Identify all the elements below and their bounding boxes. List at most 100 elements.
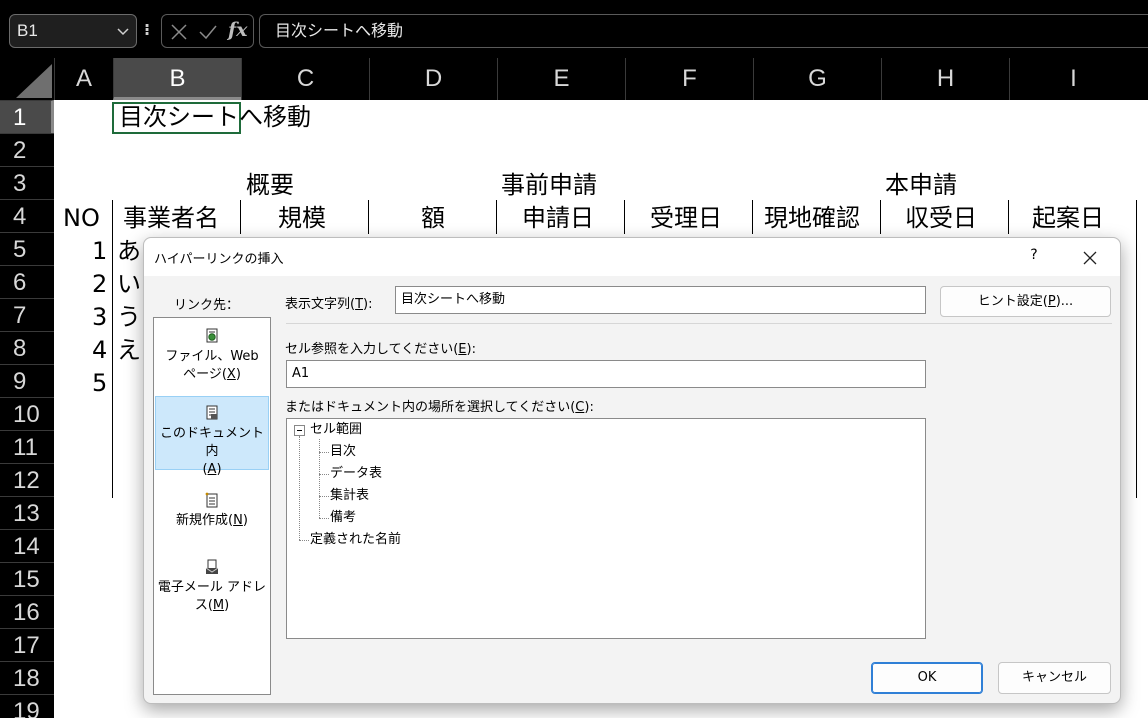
tree-connector bbox=[299, 436, 300, 540]
link-item-label: このドキュメント内 bbox=[159, 426, 264, 459]
row-header-2[interactable]: 2 bbox=[0, 133, 54, 166]
column-header-c[interactable]: C bbox=[241, 58, 369, 100]
column-header-g[interactable]: G bbox=[753, 58, 881, 100]
table-border bbox=[1136, 200, 1137, 498]
row-header-19[interactable]: 19 bbox=[0, 694, 54, 718]
link-item-label: 電子メール アドレ bbox=[157, 580, 267, 595]
ok-button[interactable]: OK bbox=[871, 662, 983, 694]
tree-connector bbox=[319, 518, 329, 519]
place-in-document-label: またはドキュメント内の場所を選択してください(C): bbox=[285, 396, 594, 415]
row-header-14[interactable]: 14 bbox=[0, 529, 54, 562]
select-all-corner[interactable] bbox=[0, 58, 54, 100]
column-header-e[interactable]: E bbox=[497, 58, 625, 100]
column-header-d[interactable]: D bbox=[369, 58, 497, 100]
cell-reference-input[interactable]: A1 bbox=[286, 360, 926, 388]
formula-bar: B1 ⁝ fx 目次シートへ移動 bbox=[0, 0, 1148, 58]
link-item-label: ) bbox=[224, 598, 230, 613]
no-value: 1 bbox=[92, 237, 108, 265]
row-header-7[interactable]: 7 bbox=[0, 298, 54, 331]
link-item-label: 新規作成( bbox=[176, 513, 234, 528]
header-scale: 規模 bbox=[278, 204, 326, 232]
link-item-label: ) bbox=[216, 462, 222, 477]
link-to-create-new-document[interactable]: 新規作成(N) bbox=[155, 492, 269, 530]
row-header-1[interactable]: 1 bbox=[0, 100, 54, 133]
cell-b1-hyperlink-text[interactable]: 目次シートへ移動 bbox=[119, 101, 311, 134]
row-header-9[interactable]: 9 bbox=[0, 364, 54, 397]
header-received-date: 収受日 bbox=[905, 204, 977, 232]
chevron-down-icon[interactable] bbox=[116, 24, 130, 38]
tree-node-sheet[interactable]: 備考 bbox=[330, 509, 356, 527]
document-place-tree[interactable]: セル範囲 目次 データ表 集計表 備考 定義された名前 bbox=[286, 418, 926, 639]
collapse-toggle-icon[interactable] bbox=[294, 425, 305, 436]
dialog-titlebar: ハイパーリンクの挿入 ? bbox=[144, 238, 1120, 276]
link-to-existing-file-web[interactable]: ファイル、Web ページ(X) bbox=[155, 328, 269, 384]
cell-reference-label: セル参照を入力してください(E): bbox=[285, 338, 476, 357]
link-to-email-address[interactable]: 電子メール アドレ ス(M) bbox=[155, 559, 269, 615]
tree-connector bbox=[319, 439, 320, 518]
no-value: 4 bbox=[92, 336, 108, 364]
link-item-label: ファイル、Web bbox=[165, 349, 259, 364]
column-header-a[interactable]: A bbox=[54, 58, 113, 100]
new-document-icon bbox=[205, 492, 218, 508]
header-draft-date: 起案日 bbox=[1032, 204, 1104, 232]
row-header-4[interactable]: 4 bbox=[0, 199, 54, 232]
display-text-input[interactable]: 目次シートへ移動 bbox=[395, 286, 926, 314]
tree-node-sheet[interactable]: 目次 bbox=[330, 443, 356, 461]
column-header-i[interactable]: I bbox=[1009, 58, 1137, 100]
row-header-5[interactable]: 5 bbox=[0, 232, 54, 265]
cancel-button[interactable]: キャンセル bbox=[998, 662, 1111, 694]
group-header-main-application: 本申請 bbox=[885, 171, 957, 199]
link-item-label: ) bbox=[235, 367, 241, 382]
row-header-11[interactable]: 11 bbox=[0, 430, 54, 463]
screen-tip-button[interactable]: ヒント設定(P)... bbox=[940, 286, 1111, 317]
cancel-entry-icon[interactable] bbox=[170, 23, 188, 41]
help-button[interactable]: ? bbox=[1024, 247, 1044, 267]
label-text: またはドキュメント内の場所を選択してください( bbox=[285, 400, 576, 415]
tree-node-sheet[interactable]: 集計表 bbox=[330, 487, 369, 505]
confirm-entry-icon[interactable] bbox=[198, 23, 218, 41]
header-amount: 額 bbox=[421, 204, 445, 232]
insert-function-icon[interactable]: fx bbox=[228, 19, 248, 41]
button-label: )... bbox=[1055, 294, 1074, 309]
group-header-overview: 概要 bbox=[246, 171, 294, 199]
column-header-b[interactable]: B bbox=[113, 58, 241, 100]
tree-node-sheet[interactable]: データ表 bbox=[330, 465, 382, 483]
row-header-6[interactable]: 6 bbox=[0, 265, 54, 298]
access-key: P bbox=[1047, 294, 1056, 309]
row-header-3[interactable]: 3 bbox=[0, 166, 54, 199]
row-header-12[interactable]: 12 bbox=[0, 463, 54, 496]
more-options-icon[interactable]: ⁝ bbox=[144, 20, 150, 40]
column-header-f[interactable]: F bbox=[625, 58, 753, 100]
label-text: セル参照を入力してください( bbox=[285, 342, 459, 357]
dialog-title: ハイパーリンクの挿入 bbox=[154, 252, 284, 267]
tree-node-defined-names[interactable]: 定義された名前 bbox=[310, 531, 401, 549]
row-header-10[interactable]: 10 bbox=[0, 397, 54, 430]
display-text-label: 表示文字列(T): bbox=[285, 293, 372, 312]
tree-connector bbox=[319, 496, 329, 497]
name-box[interactable]: B1 bbox=[9, 14, 137, 48]
insert-hyperlink-dialog: ハイパーリンクの挿入 ? リンク先： ファイル、Web ページ(X) このドキュ… bbox=[143, 237, 1121, 704]
table-border bbox=[752, 200, 753, 234]
link-item-label: ) bbox=[242, 513, 248, 528]
link-to-label: リンク先： bbox=[174, 298, 240, 313]
column-headers: A B C D E F G H I bbox=[0, 58, 1148, 100]
table-border bbox=[624, 200, 625, 234]
tree-connector bbox=[319, 452, 329, 453]
access-key: E bbox=[458, 342, 467, 357]
tree-connector bbox=[319, 474, 329, 475]
row-header-18[interactable]: 18 bbox=[0, 661, 54, 694]
formula-input[interactable]: 目次シートへ移動 bbox=[259, 14, 1148, 48]
tree-node-cell-range[interactable]: セル範囲 bbox=[310, 421, 362, 439]
row-header-17[interactable]: 17 bbox=[0, 628, 54, 661]
row-header-8[interactable]: 8 bbox=[0, 331, 54, 364]
web-page-icon bbox=[206, 328, 218, 343]
close-icon[interactable] bbox=[1079, 247, 1101, 269]
row-header-15[interactable]: 15 bbox=[0, 562, 54, 595]
link-to-place-in-document[interactable]: このドキュメント内 (A) bbox=[155, 396, 269, 477]
row-header-13[interactable]: 13 bbox=[0, 496, 54, 529]
access-key: N bbox=[233, 513, 243, 528]
row-header-16[interactable]: 16 bbox=[0, 595, 54, 628]
header-site-check: 現地確認 bbox=[764, 204, 860, 232]
column-header-h[interactable]: H bbox=[881, 58, 1009, 100]
link-item-label: ページ( bbox=[183, 367, 227, 382]
